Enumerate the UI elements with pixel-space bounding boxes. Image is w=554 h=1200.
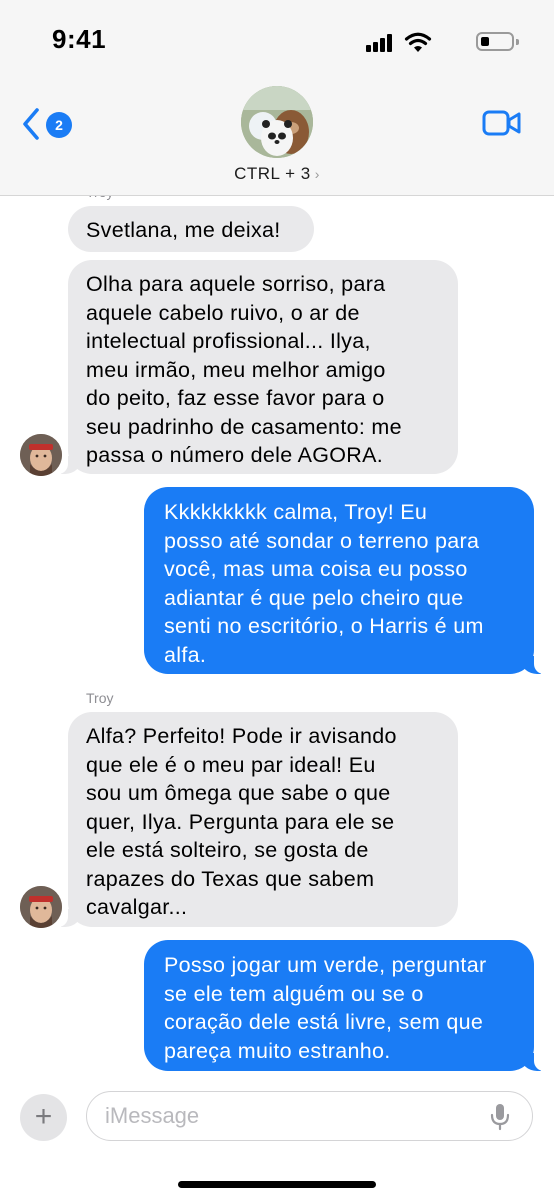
- unread-badge: 2: [46, 112, 72, 138]
- cellular-signal-icon: [366, 34, 396, 52]
- incoming-message[interactable]: Alfa? Perfeito! Pode ir avisando que ele…: [58, 712, 458, 927]
- status-time: 9:41: [52, 24, 107, 54]
- chevron-left-icon: [23, 108, 39, 140]
- battery-level: [481, 37, 489, 46]
- contact-avatar[interactable]: [20, 886, 62, 928]
- group-avatar[interactable]: [241, 86, 313, 158]
- group-name: CTRL + 3: [234, 164, 311, 183]
- apps-plus-button[interactable]: +: [20, 1094, 67, 1141]
- conversation-header: 9:41 2 CTRL + 3 ›: [0, 0, 554, 196]
- home-indicator[interactable]: [178, 1181, 376, 1188]
- wifi-icon: [404, 32, 432, 52]
- outgoing-message[interactable]: Kkkkkkkkk calma, Troy! Eu posso até sond…: [144, 487, 544, 674]
- incoming-message[interactable]: Olha para aquele sorriso, para aquele ca…: [58, 260, 458, 474]
- battery-icon: [476, 32, 519, 51]
- chevron-right-icon: ›: [314, 166, 320, 182]
- group-name-button[interactable]: CTRL + 3 ›: [0, 164, 554, 184]
- microphone-icon[interactable]: [490, 1103, 510, 1131]
- video-camera-icon[interactable]: [482, 108, 522, 138]
- message-input[interactable]: [86, 1091, 533, 1141]
- contact-avatar[interactable]: [20, 434, 62, 476]
- back-button[interactable]: 2: [22, 106, 82, 142]
- outgoing-message[interactable]: Posso jogar um verde, perguntar se ele t…: [144, 940, 544, 1071]
- status-icons: [354, 27, 519, 55]
- sender-name: Troy: [86, 690, 114, 706]
- incoming-message[interactable]: Svetlana, me deixa!: [68, 206, 314, 252]
